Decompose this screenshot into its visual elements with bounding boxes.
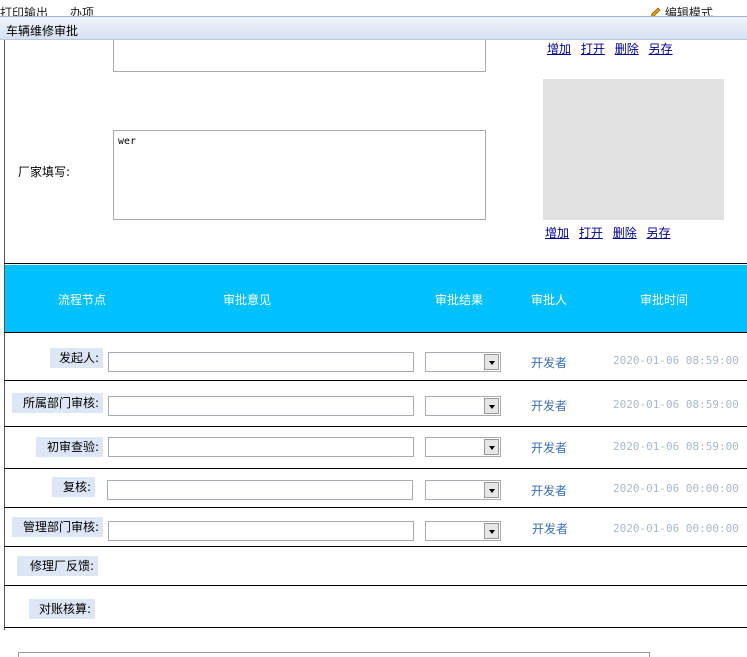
- open-link[interactable]: 打开: [581, 42, 605, 56]
- opinion-input[interactable]: [108, 437, 414, 457]
- table-row: 管理部门审核: 开发者 2020-01-06 00:00:00: [5, 508, 747, 546]
- node-label: 修理厂反馈:: [17, 556, 98, 576]
- table-row: 所属部门审核: 开发者 2020-01-06 08:59:00: [5, 381, 747, 426]
- flow-table-header: 流程节点 审批意见 审批结果 审批人 审批时间: [5, 265, 747, 332]
- opinion-input[interactable]: [108, 352, 414, 372]
- col-result: 审批结果: [435, 293, 484, 307]
- table-row: 复核: 开发者 2020-01-06 00:00:00: [5, 469, 747, 507]
- result-select[interactable]: [425, 352, 501, 372]
- node-label: 复核:: [52, 477, 95, 497]
- top-toolbar: 打印输出 办项 编辑模式: [0, 0, 747, 16]
- window-title: 车辆维修审批: [6, 24, 79, 38]
- approver-name: 开发者: [531, 399, 568, 413]
- result-select[interactable]: [425, 480, 501, 500]
- approval-time: 2020-01-06 08:59:00: [613, 398, 739, 411]
- opinion-input[interactable]: [108, 396, 414, 416]
- delete-link[interactable]: 删除: [615, 42, 639, 56]
- opinion-input[interactable]: [108, 521, 414, 541]
- chevron-down-icon[interactable]: [484, 523, 499, 539]
- col-node: 流程节点: [58, 293, 107, 307]
- edit-mode-label: 编辑模式: [664, 6, 713, 16]
- chevron-down-icon[interactable]: [484, 398, 499, 414]
- bottom-input[interactable]: [18, 652, 650, 657]
- upper-textarea[interactable]: [113, 40, 486, 72]
- delete-link[interactable]: 删除: [613, 226, 637, 240]
- approval-time: 2020-01-06 00:00:00: [613, 522, 739, 535]
- save-as-link[interactable]: 另存: [649, 42, 673, 56]
- result-select[interactable]: [425, 396, 501, 416]
- col-opinion: 审批意见: [223, 293, 272, 307]
- chevron-down-icon[interactable]: [484, 354, 499, 370]
- approval-time: 2020-01-06 00:00:00: [613, 482, 739, 495]
- row-divider: [4, 627, 747, 628]
- node-label: 发起人:: [50, 348, 103, 368]
- col-approver: 审批人: [531, 293, 568, 307]
- save-as-link[interactable]: 另存: [647, 226, 671, 240]
- result-select[interactable]: [425, 521, 501, 541]
- table-row: 初审查验: 开发者 2020-01-06 08:59:00: [5, 427, 747, 468]
- approver-name: 开发者: [531, 441, 568, 455]
- approver-name: 开发者: [531, 356, 568, 370]
- add-link[interactable]: 增加: [547, 42, 571, 56]
- node-label: 管理部门审核:: [12, 517, 103, 537]
- print-output-menu[interactable]: 打印输出: [0, 4, 48, 16]
- table-row: 对账核算:: [5, 586, 747, 627]
- open-link[interactable]: 打开: [579, 226, 603, 240]
- node-label: 所属部门审核:: [12, 393, 103, 413]
- window-titlebar: 车辆维修审批: [0, 16, 747, 40]
- attachment-links-bottom: 增加 打开 删除 另存: [545, 224, 677, 241]
- node-label: 对账核算:: [29, 599, 95, 619]
- factory-fill-label: 厂家填写:: [18, 165, 71, 179]
- col-time: 审批时间: [640, 293, 689, 307]
- attachment-preview: [543, 79, 724, 220]
- todo-menu[interactable]: 办项: [70, 4, 94, 16]
- node-label: 初审查验:: [36, 437, 103, 457]
- pencil-icon: [650, 7, 661, 16]
- section-divider: [4, 263, 747, 264]
- edit-mode-button[interactable]: 编辑模式: [650, 4, 713, 16]
- approval-time: 2020-01-06 08:59:00: [613, 354, 739, 367]
- add-link[interactable]: 增加: [545, 226, 569, 240]
- approval-time: 2020-01-06 08:59:00: [613, 440, 739, 453]
- chevron-down-icon[interactable]: [484, 439, 499, 455]
- attachment-links-top: 增加 打开 删除 另存: [547, 40, 679, 57]
- table-row: 修理厂反馈:: [5, 547, 747, 585]
- approver-name: 开发者: [531, 484, 568, 498]
- chevron-down-icon[interactable]: [484, 482, 499, 498]
- result-select[interactable]: [425, 437, 501, 457]
- factory-fill-textarea[interactable]: wer: [113, 130, 486, 220]
- approver-name: 开发者: [532, 522, 569, 536]
- opinion-input[interactable]: [107, 480, 413, 500]
- table-row: 发起人: 开发者 2020-01-06 08:59:00: [5, 333, 747, 380]
